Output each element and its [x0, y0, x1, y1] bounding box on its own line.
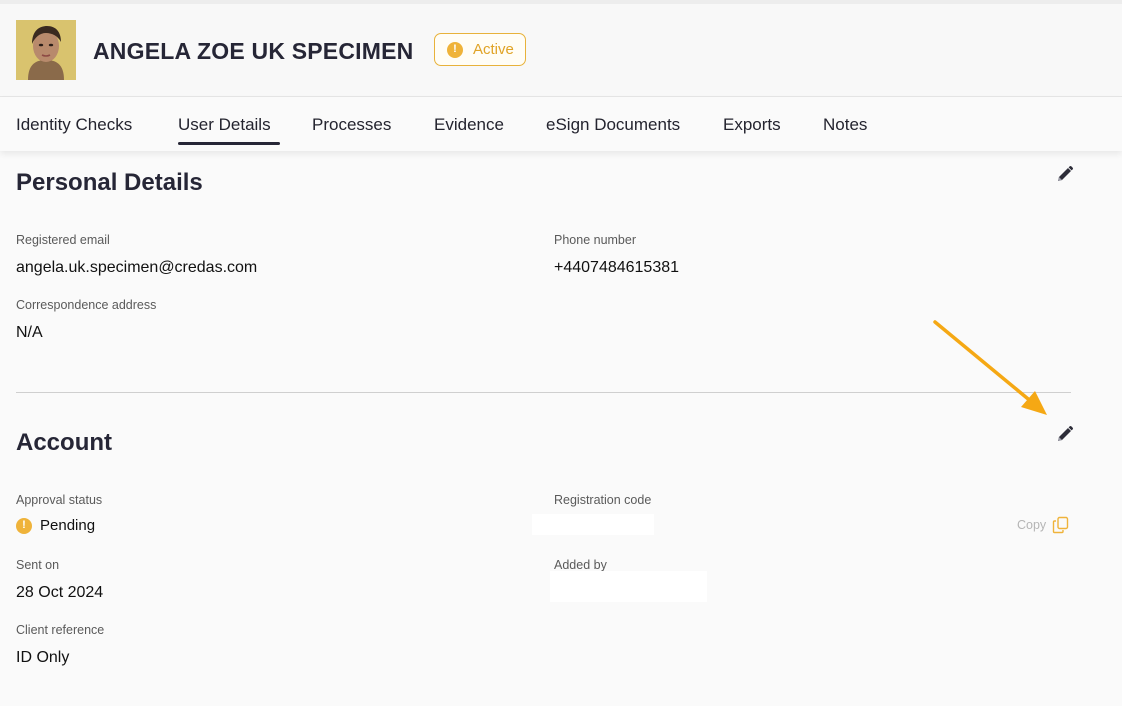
status-badge: ! Active	[434, 33, 526, 66]
sent-on-label: Sent on	[16, 558, 60, 572]
tab-evidence[interactable]: Evidence	[434, 115, 504, 135]
added-by-label: Added by	[554, 558, 607, 572]
section-divider	[16, 392, 1071, 393]
tab-identity-checks[interactable]: Identity Checks	[16, 115, 132, 135]
registered-email-value: angela.uk.specimen@credas.com	[16, 259, 258, 276]
warning-circle-icon: !	[16, 517, 32, 534]
phone-number-label: Phone number	[554, 233, 637, 247]
profile-header: ANGELA ZOE UK SPECIMEN ! Active	[0, 4, 1122, 97]
copy-icon	[1052, 516, 1070, 534]
registered-email-label: Registered email	[16, 233, 110, 247]
copy-label: Copy	[1017, 518, 1047, 532]
correspondence-address-label: Correspondence address	[16, 298, 157, 312]
approval-status: ! Pending	[16, 517, 95, 534]
phone-number-value: +4407484615381	[554, 259, 680, 276]
personal-details-title: Personal Details	[16, 169, 203, 196]
tab-processes[interactable]: Processes	[312, 115, 391, 135]
account-title: Account	[16, 429, 112, 456]
sent-on-value: 28 Oct 2024	[16, 584, 104, 601]
approval-status-value: Pending	[40, 517, 96, 534]
tab-esign-documents[interactable]: eSign Documents	[546, 115, 680, 135]
user-name: ANGELA ZOE UK SPECIMEN	[93, 38, 414, 64]
registration-code-label: Registration code	[554, 493, 652, 507]
tab-exports[interactable]: Exports	[723, 115, 781, 135]
correspondence-address-value: N/A	[16, 324, 43, 341]
status-label: Active	[473, 41, 514, 58]
pencil-icon[interactable]	[1056, 165, 1074, 183]
annotation-arrow	[933, 320, 1047, 415]
copy-button[interactable]: Copy	[1017, 516, 1070, 534]
client-reference-value: ID Only	[16, 649, 70, 666]
pencil-icon[interactable]	[1056, 425, 1074, 443]
registration-code-redaction	[532, 514, 654, 535]
tab-notes[interactable]: Notes	[823, 115, 867, 135]
tab-user-details[interactable]: User Details	[178, 115, 271, 135]
active-tab-indicator	[178, 142, 280, 145]
added-by-redaction	[550, 571, 707, 602]
client-reference-label: Client reference	[16, 623, 105, 637]
avatar	[16, 20, 76, 80]
approval-status-label: Approval status	[16, 493, 103, 507]
warning-circle-icon: !	[447, 41, 463, 58]
tab-bar: Identity Checks User Details Processes E…	[0, 97, 1122, 151]
